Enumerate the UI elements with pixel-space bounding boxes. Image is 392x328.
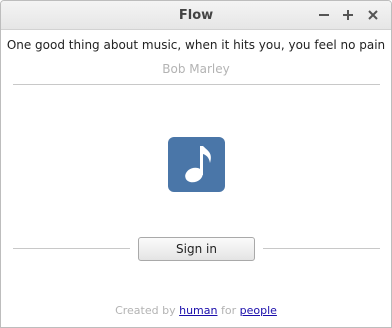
quote-author: Bob Marley xyxy=(162,62,230,76)
footer: Created by human for people xyxy=(1,304,391,317)
quote-text: One good thing about music, when it hits… xyxy=(6,38,386,52)
minimize-icon xyxy=(319,14,329,16)
close-button[interactable] xyxy=(364,6,382,24)
human-link[interactable]: human xyxy=(179,304,217,317)
sign-in-button[interactable]: Sign in xyxy=(138,237,255,261)
footer-middle: for xyxy=(220,304,237,317)
minimize-button[interactable] xyxy=(315,6,333,24)
footer-prefix: Created by xyxy=(115,304,176,317)
plus-icon xyxy=(343,10,353,20)
music-note-icon xyxy=(168,137,225,192)
app-window: Flow One good thing about music, when it… xyxy=(0,0,392,328)
titlebar[interactable]: Flow xyxy=(1,1,391,30)
maximize-button[interactable] xyxy=(339,6,357,24)
divider xyxy=(13,84,380,85)
divider-left xyxy=(13,248,130,249)
people-link[interactable]: people xyxy=(240,304,277,317)
close-icon xyxy=(368,10,378,20)
divider-right xyxy=(263,248,380,249)
